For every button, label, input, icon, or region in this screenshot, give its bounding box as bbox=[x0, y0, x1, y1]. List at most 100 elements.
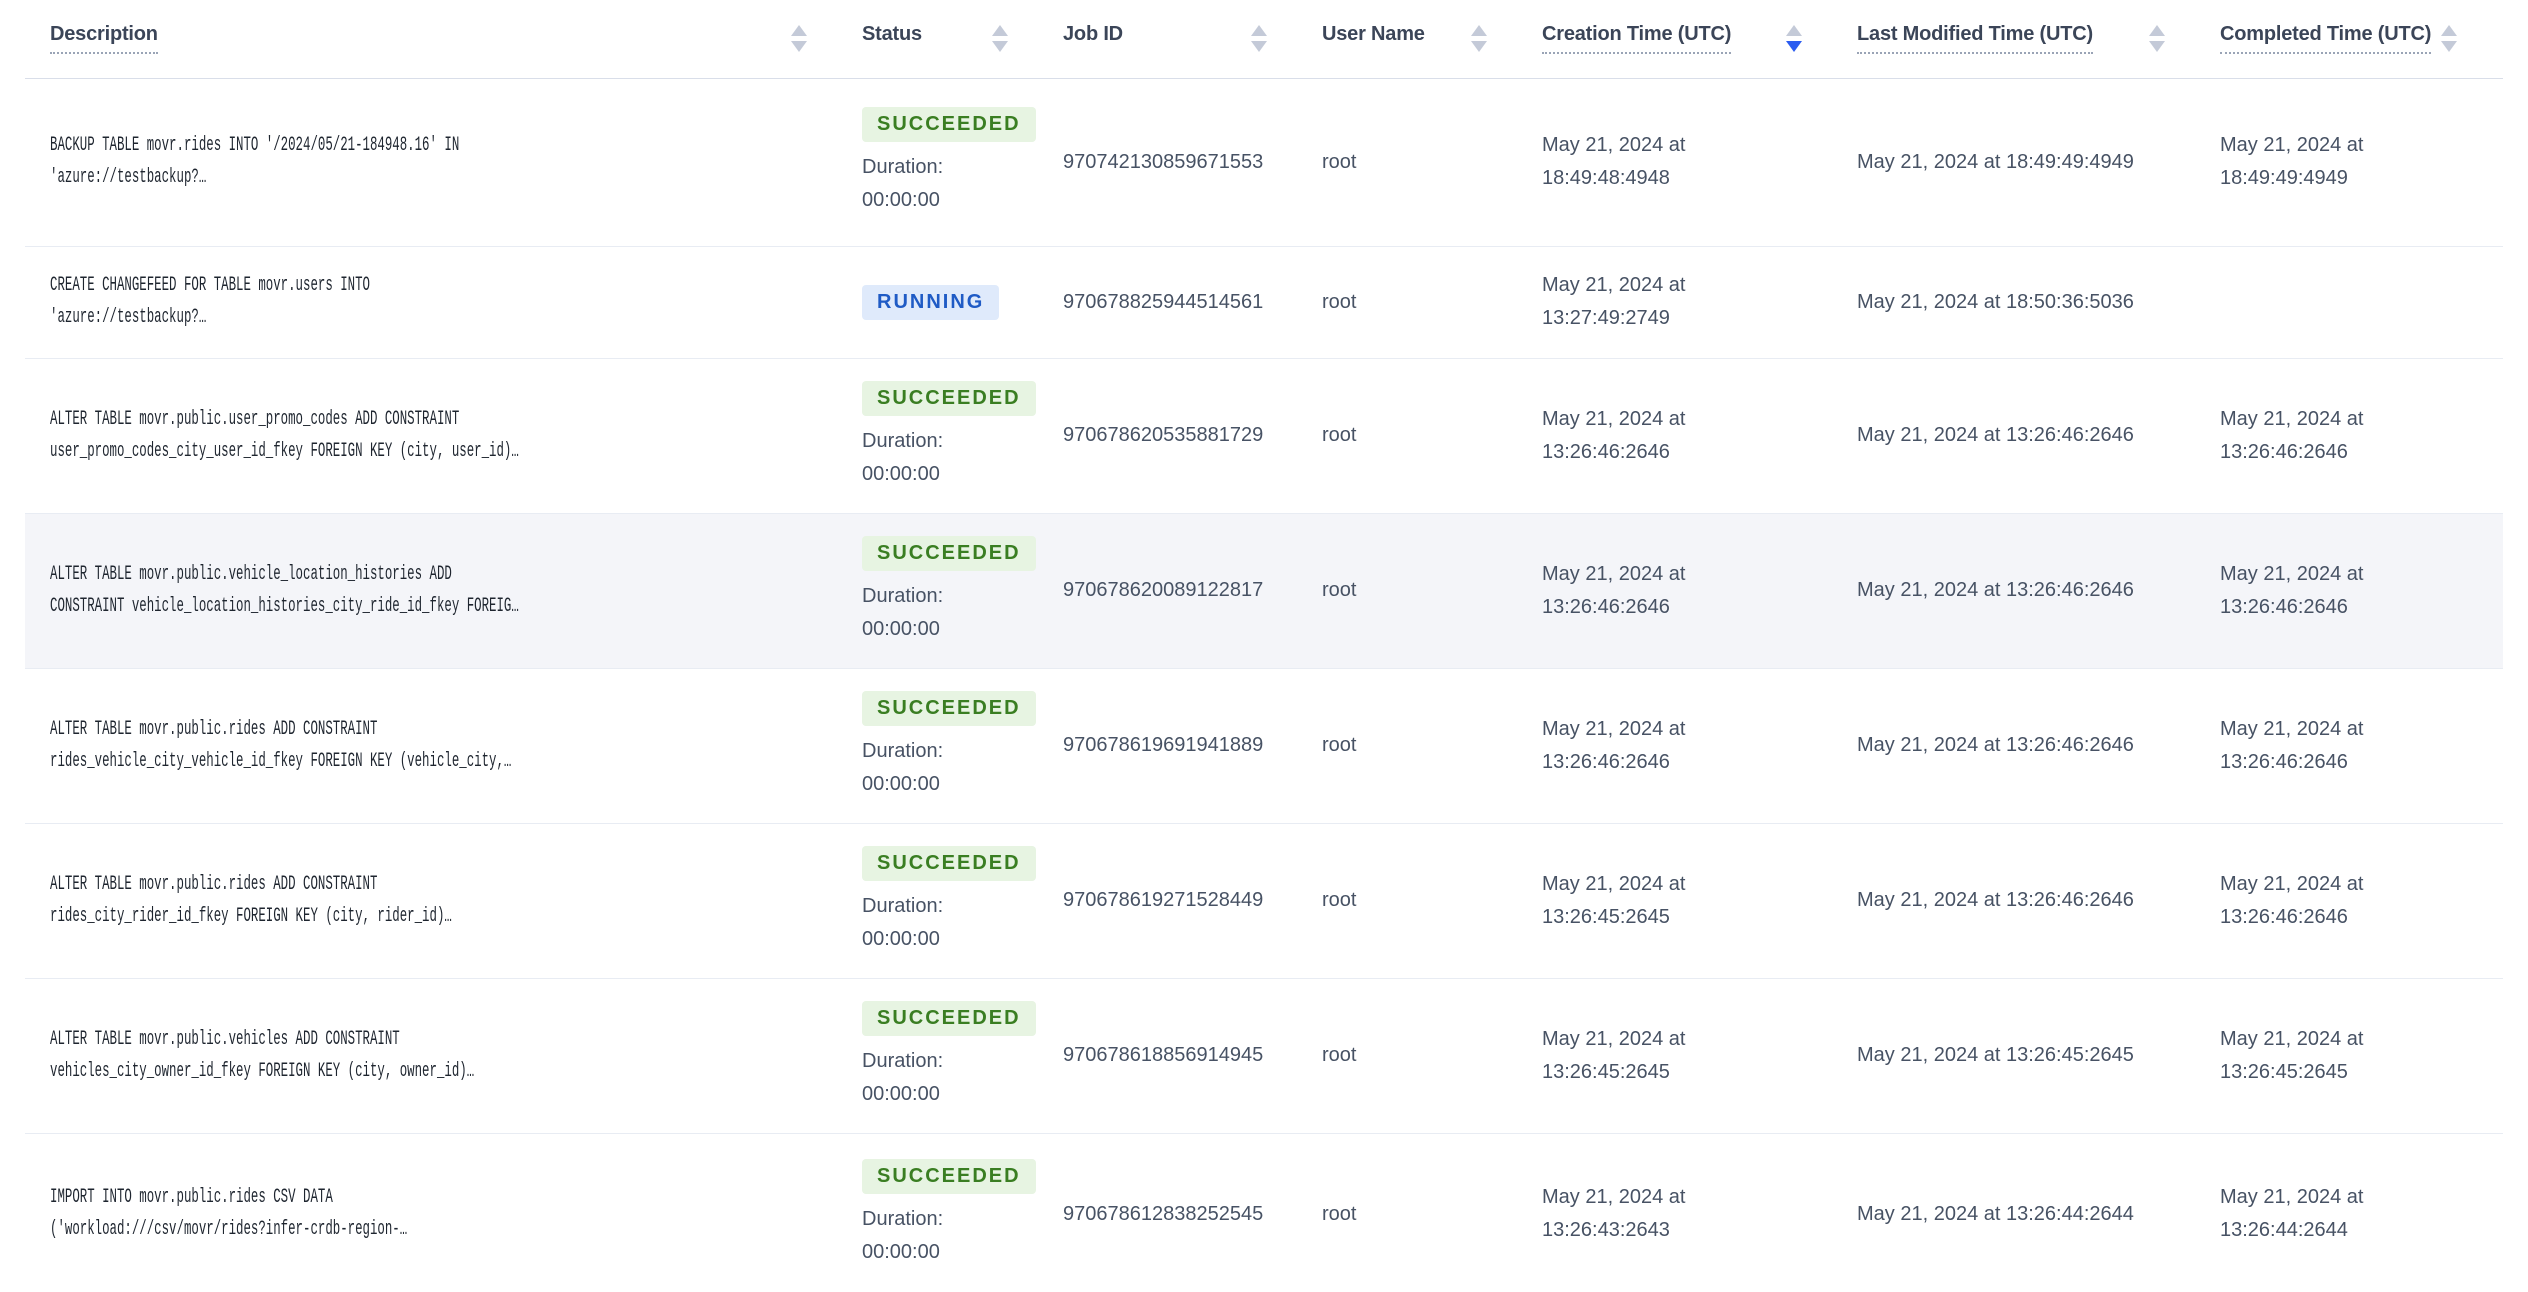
table-row: ALTER TABLE movr.public.rides ADD CONSTR… bbox=[25, 823, 2503, 979]
sort-arrows-icon[interactable] bbox=[791, 25, 807, 53]
job-duration: Duration: 00:00:00 bbox=[862, 739, 944, 795]
status-badge: SUCCEEDED bbox=[862, 107, 1036, 142]
jobs-table: Description Status Job ID User Name Crea… bbox=[25, 0, 2503, 1292]
creation-time-cell: May 21, 2024 at 13:26:46:2646 bbox=[1542, 513, 1857, 669]
job-description-link[interactable]: CREATE CHANGEFEED FOR TABLE movr.users I… bbox=[50, 270, 370, 334]
jobs-table-container: Description Status Job ID User Name Crea… bbox=[25, 0, 2503, 1292]
completed-time-cell: May 21, 2024 at 13:26:46:2646 bbox=[2220, 823, 2503, 979]
status-badge: SUCCEEDED bbox=[862, 690, 1036, 726]
job-id-cell: 970678825944514561 bbox=[1063, 246, 1322, 359]
status-badge: SUCCEEDED bbox=[862, 380, 1036, 416]
completed-time-cell: May 21, 2024 at 13:26:44:2644 bbox=[2220, 1133, 2503, 1292]
sort-arrows-icon[interactable] bbox=[2441, 25, 2458, 53]
user-name-cell: root bbox=[1322, 246, 1542, 359]
last-modified-time-cell: May 21, 2024 at 13:26:46:2646 bbox=[1857, 823, 2220, 979]
last-modified-time-cell: May 21, 2024 at 18:50:36:5036 bbox=[1857, 246, 2220, 359]
column-header-user-name[interactable]: User Name bbox=[1322, 0, 1542, 79]
column-label: User Name bbox=[1322, 23, 1425, 46]
table-row: ALTER TABLE movr.public.rides ADD CONSTR… bbox=[25, 668, 2503, 824]
column-label: Status bbox=[862, 23, 922, 46]
status-badge: SUCCEEDED bbox=[862, 1159, 1036, 1194]
column-header-job-id[interactable]: Job ID bbox=[1063, 0, 1322, 79]
user-name-cell: root bbox=[1322, 823, 1542, 979]
column-header-last-modified-time[interactable]: Last Modified Time (UTC) bbox=[1857, 0, 2220, 79]
status-badge: SUCCEEDED bbox=[862, 845, 1036, 881]
job-status-cell: SUCCEEDED Duration: 00:00:00 bbox=[862, 78, 1063, 247]
job-description-link[interactable]: ALTER TABLE movr.public.rides ADD CONSTR… bbox=[50, 714, 511, 778]
user-name-cell: root bbox=[1322, 78, 1542, 247]
job-description-cell: ALTER TABLE movr.public.vehicle_location… bbox=[25, 513, 862, 669]
creation-time-cell: May 21, 2024 at 13:26:46:2646 bbox=[1542, 668, 1857, 824]
last-modified-time-cell: May 21, 2024 at 18:49:49:4949 bbox=[1857, 78, 2220, 247]
table-row: IMPORT INTO movr.public.rides CSV DATA ('… bbox=[25, 1133, 2503, 1292]
table-row-highlighted: ALTER TABLE movr.public.vehicle_location… bbox=[25, 513, 2503, 669]
sort-arrows-icon[interactable] bbox=[1471, 25, 1487, 53]
sort-arrows-icon[interactable] bbox=[992, 25, 1008, 53]
sort-arrows-icon[interactable] bbox=[2149, 25, 2165, 53]
table-row: CREATE CHANGEFEED FOR TABLE movr.users I… bbox=[25, 246, 2503, 359]
column-header-status[interactable]: Status bbox=[862, 0, 1063, 79]
column-header-creation-time[interactable]: Creation Time (UTC) bbox=[1542, 0, 1857, 79]
job-description-cell: ALTER TABLE movr.public.rides ADD CONSTR… bbox=[25, 823, 862, 979]
last-modified-time-cell: May 21, 2024 at 13:26:46:2646 bbox=[1857, 668, 2220, 824]
job-duration: Duration: 00:00:00 bbox=[862, 1049, 944, 1105]
user-name-cell: root bbox=[1322, 358, 1542, 514]
column-header-description[interactable]: Description bbox=[25, 0, 862, 79]
user-name-cell: root bbox=[1322, 1133, 1542, 1292]
job-description-link[interactable]: ALTER TABLE movr.public.vehicles ADD CON… bbox=[50, 1024, 474, 1088]
job-description-link[interactable]: IMPORT INTO movr.public.rides CSV DATA ('… bbox=[50, 1182, 407, 1246]
creation-time-cell: May 21, 2024 at 13:27:49:2749 bbox=[1542, 246, 1857, 359]
column-header-completed-time[interactable]: Completed Time (UTC) bbox=[2220, 0, 2503, 79]
creation-time-cell: May 21, 2024 at 13:26:43:2643 bbox=[1542, 1133, 1857, 1292]
job-id-cell: 970678619691941889 bbox=[1063, 668, 1322, 824]
user-name-cell: root bbox=[1322, 513, 1542, 669]
job-description-cell: ALTER TABLE movr.public.vehicles ADD CON… bbox=[25, 978, 862, 1134]
completed-time-cell: May 21, 2024 at 13:26:45:2645 bbox=[2220, 978, 2503, 1134]
table-body: BACKUP TABLE movr.rides INTO '/2024/05/2… bbox=[25, 78, 2503, 1292]
job-duration: Duration: 00:00:00 bbox=[862, 894, 944, 950]
table-row: ALTER TABLE movr.public.user_promo_codes… bbox=[25, 358, 2503, 514]
job-status-cell: SUCCEEDED Duration: 00:00:00 bbox=[862, 1133, 1063, 1292]
status-badge: SUCCEEDED bbox=[862, 1000, 1036, 1036]
job-status-cell: RUNNING bbox=[862, 246, 1063, 359]
completed-time-cell: May 21, 2024 at 13:26:46:2646 bbox=[2220, 513, 2503, 669]
job-id-cell: 970742130859671553 bbox=[1063, 78, 1322, 247]
job-duration: Duration: 00:00:00 bbox=[862, 429, 944, 485]
job-description-link[interactable]: ALTER TABLE movr.public.rides ADD CONSTR… bbox=[50, 869, 452, 933]
job-duration: Duration: 00:00:00 bbox=[862, 584, 944, 640]
job-duration: Duration: 00:00:00 bbox=[862, 1208, 944, 1263]
column-label: Creation Time (UTC) bbox=[1542, 23, 1731, 55]
last-modified-time-cell: May 21, 2024 at 13:26:46:2646 bbox=[1857, 513, 2220, 669]
table-row: BACKUP TABLE movr.rides INTO '/2024/05/2… bbox=[25, 78, 2503, 247]
completed-time-cell: May 21, 2024 at 13:26:46:2646 bbox=[2220, 668, 2503, 824]
last-modified-time-cell: May 21, 2024 at 13:26:44:2644 bbox=[1857, 1133, 2220, 1292]
job-status-cell: SUCCEEDED Duration: 00:00:00 bbox=[862, 513, 1063, 669]
job-description-link[interactable]: ALTER TABLE movr.public.user_promo_codes… bbox=[50, 404, 519, 468]
job-id-cell: 970678619271528449 bbox=[1063, 823, 1322, 979]
job-description-link[interactable]: ALTER TABLE movr.public.vehicle_location… bbox=[50, 559, 519, 623]
sort-arrows-icon[interactable] bbox=[1251, 25, 1267, 53]
job-description-cell: BACKUP TABLE movr.rides INTO '/2024/05/2… bbox=[25, 78, 862, 247]
creation-time-cell: May 21, 2024 at 13:26:46:2646 bbox=[1542, 358, 1857, 514]
job-description-link[interactable]: BACKUP TABLE movr.rides INTO '/2024/05/2… bbox=[50, 130, 459, 194]
user-name-cell: root bbox=[1322, 668, 1542, 824]
completed-time-cell: May 21, 2024 at 13:26:46:2646 bbox=[2220, 358, 2503, 514]
job-status-cell: SUCCEEDED Duration: 00:00:00 bbox=[862, 823, 1063, 979]
column-label: Last Modified Time (UTC) bbox=[1857, 23, 2093, 55]
job-description-cell: CREATE CHANGEFEED FOR TABLE movr.users I… bbox=[25, 246, 862, 359]
column-label: Completed Time (UTC) bbox=[2220, 23, 2431, 55]
last-modified-time-cell: May 21, 2024 at 13:26:45:2645 bbox=[1857, 978, 2220, 1134]
creation-time-cell: May 21, 2024 at 13:26:45:2645 bbox=[1542, 978, 1857, 1134]
job-description-cell: ALTER TABLE movr.public.user_promo_codes… bbox=[25, 358, 862, 514]
column-label: Description bbox=[50, 23, 158, 55]
table-row: ALTER TABLE movr.public.vehicles ADD CON… bbox=[25, 978, 2503, 1134]
job-status-cell: SUCCEEDED Duration: 00:00:00 bbox=[862, 668, 1063, 824]
job-id-cell: 970678620535881729 bbox=[1063, 358, 1322, 514]
user-name-cell: root bbox=[1322, 978, 1542, 1134]
creation-time-cell: May 21, 2024 at 13:26:45:2645 bbox=[1542, 823, 1857, 979]
column-label: Job ID bbox=[1063, 23, 1123, 46]
job-id-cell: 970678618856914945 bbox=[1063, 978, 1322, 1134]
job-description-cell: IMPORT INTO movr.public.rides CSV DATA ('… bbox=[25, 1133, 862, 1292]
sort-arrows-icon-active-desc[interactable] bbox=[1786, 25, 1802, 53]
status-badge: RUNNING bbox=[862, 284, 1000, 320]
